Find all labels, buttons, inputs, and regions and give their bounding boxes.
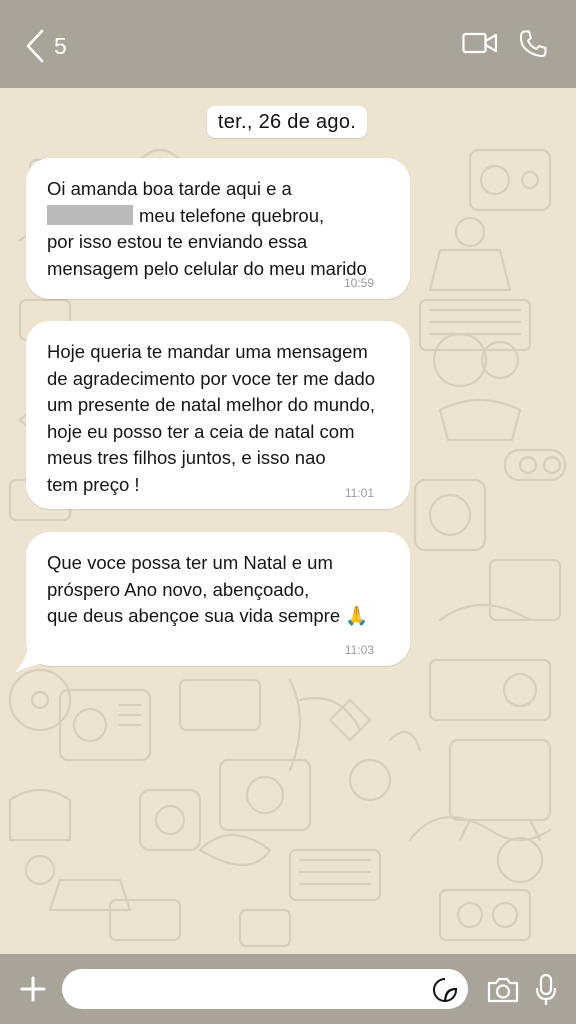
message-time: 11:03 xyxy=(344,643,374,657)
plus-icon[interactable] xyxy=(20,976,46,1002)
bubble-tail xyxy=(14,640,50,673)
message-line: um presente de natal melhor do mundo, xyxy=(47,394,376,415)
camera-icon[interactable] xyxy=(486,976,520,1004)
message-text: Hoje queria te mandar uma mensagem de ag… xyxy=(47,339,388,498)
message-line: meus tres filhos juntos, e isso nao xyxy=(47,447,326,468)
message-line: Que voce possa ter um Natal e um xyxy=(47,552,333,573)
message-line: de agradecimento por voce ter me dado xyxy=(47,367,376,389)
message-line-suffix: meu telefone quebrou, xyxy=(139,204,325,226)
microphone-icon[interactable] xyxy=(535,973,557,1007)
back-button[interactable]: 5 xyxy=(26,28,67,64)
date-separator: ter., 26 de ago. xyxy=(207,106,367,138)
message-bubble[interactable]: Oi amanda boa tarde aqui e a meu telefon… xyxy=(26,158,410,299)
message-line: tem preço ! xyxy=(47,473,140,495)
message-line: próspero Ano novo, abençoado, xyxy=(47,578,310,600)
phone-call-icon[interactable] xyxy=(518,29,548,59)
sticker-icon[interactable] xyxy=(432,977,458,1003)
redacted-name-block xyxy=(47,204,133,225)
video-call-icon[interactable] xyxy=(462,31,498,55)
message-line: mensagem pelo celular do meu marido xyxy=(47,257,367,279)
message-line: hoje eu posso ter a ceia de natal com xyxy=(47,420,355,442)
message-input[interactable] xyxy=(62,969,468,1009)
message-line-redacted: meu telefone quebrou, xyxy=(47,203,388,230)
message-line: Hoje queria te mandar uma mensagem xyxy=(47,341,368,362)
message-text: Oi amanda boa tarde aqui e a meu telefon… xyxy=(47,176,388,282)
back-chevron-icon xyxy=(26,29,44,63)
message-line: por isso estou te enviando essa xyxy=(47,231,308,252)
unread-count: 5 xyxy=(54,32,67,59)
message-bubble[interactable]: Que voce possa ter um Natal e um prósper… xyxy=(26,532,410,666)
chat-header: 5 xyxy=(0,0,576,88)
chat-wallpaper xyxy=(8,148,567,948)
message-time: 10:59 xyxy=(343,276,374,290)
message-line: Oi amanda boa tarde aqui e a xyxy=(47,178,292,199)
message-bubble[interactable]: Hoje queria te mandar uma mensagem de ag… xyxy=(26,321,410,509)
message-text: Que voce possa ter um Natal e um prósper… xyxy=(47,550,388,630)
message-line: que deus abençoe sua vida sempre 🙏 xyxy=(47,605,369,626)
message-time: 11:01 xyxy=(344,486,374,500)
